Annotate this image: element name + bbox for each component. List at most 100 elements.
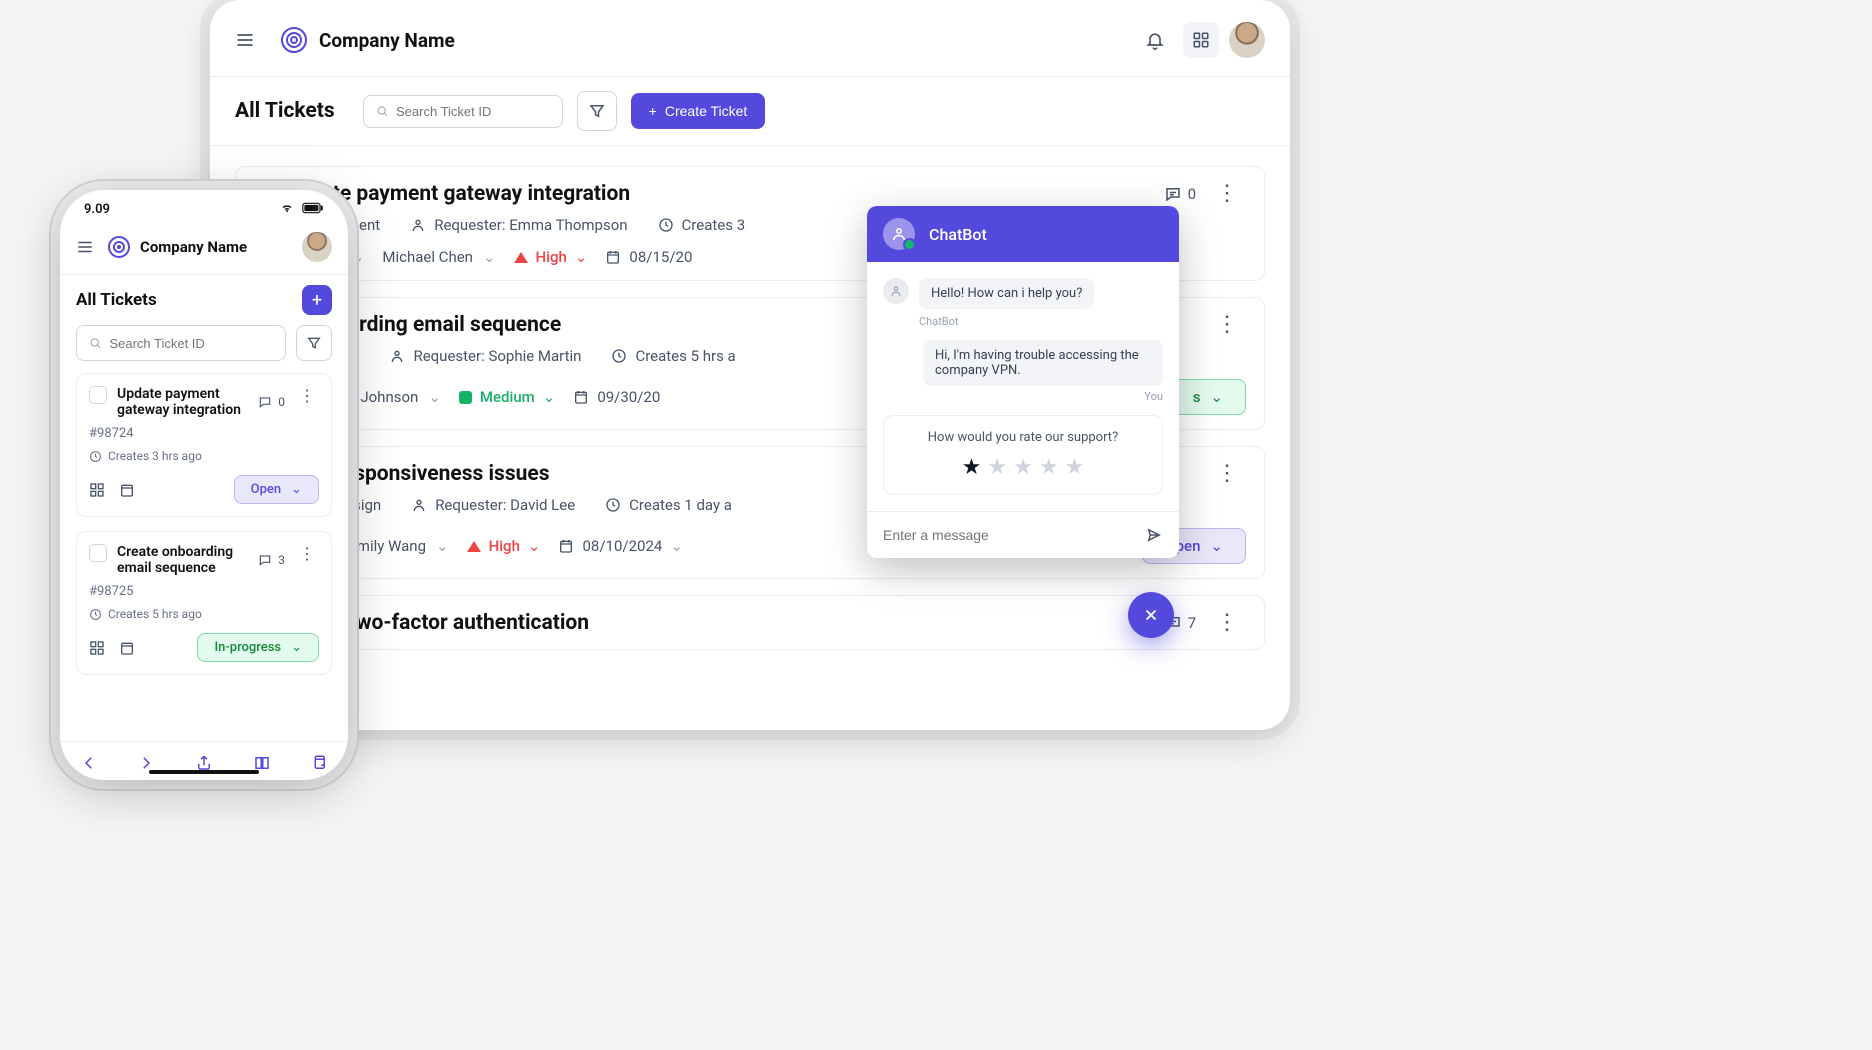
avatar[interactable] (302, 232, 332, 262)
ticket-created: Creates 1 day a (629, 496, 732, 514)
bot-name-label: ChatBot (919, 315, 1163, 328)
calendar-icon[interactable] (119, 640, 135, 656)
star-icon[interactable]: ★ (1039, 455, 1059, 480)
page-subheader: All Tickets + Create Ticket (210, 77, 1290, 146)
user-icon (410, 217, 426, 233)
page-title: All Tickets (235, 99, 335, 123)
chat-icon (258, 395, 272, 409)
ticket-id: #98724 (89, 426, 319, 441)
avatar[interactable] (1229, 22, 1265, 58)
ticket-comments: 0 (258, 386, 285, 418)
status-pill[interactable]: Open⌄ (234, 475, 319, 504)
logo: Company Name (281, 27, 455, 53)
fingerprint-icon (281, 27, 307, 53)
chat-icon (1164, 185, 1182, 203)
chevron-down-icon: ⌄ (543, 388, 556, 406)
grid-icon[interactable] (89, 482, 105, 498)
search-field[interactable] (396, 104, 550, 119)
calendar-icon[interactable] (119, 482, 135, 498)
mobile-logo: Company Name (108, 236, 302, 258)
assignee-select[interactable]: Emily Wang⌄ (348, 537, 448, 555)
ticket-title: ement two-factor authentication (284, 611, 1152, 635)
chevron-down-icon: ⌄ (483, 248, 496, 266)
user-message: Hi, I'm having trouble accessing the com… (883, 340, 1163, 386)
chevron-down-icon: ⌄ (291, 640, 302, 655)
close-chat-button[interactable] (1128, 592, 1174, 638)
user-message-text: Hi, I'm having trouble accessing the com… (923, 340, 1163, 386)
ticket-created: Creates 3 (682, 216, 746, 234)
wifi-icon (279, 202, 295, 214)
star-icon[interactable]: ★ (962, 455, 982, 480)
chevron-down-icon: ⌄ (291, 482, 302, 497)
search-field[interactable] (109, 336, 273, 351)
back-icon[interactable] (80, 754, 98, 772)
comment-count: 7 (1188, 614, 1196, 632)
mobile-subheader: All Tickets + (60, 275, 348, 325)
brand-name: Company Name (319, 29, 455, 52)
more-icon[interactable]: ⋮ (295, 386, 319, 418)
priority-select[interactable]: High⌄ (514, 248, 588, 266)
grid-icon[interactable] (1183, 22, 1219, 58)
date-select[interactable]: 08/15/20 (605, 248, 692, 266)
plus-icon: + (312, 290, 322, 311)
star-icon[interactable]: ★ (1013, 455, 1033, 480)
add-button[interactable]: + (302, 285, 332, 315)
more-icon[interactable]: ⋮ (1208, 461, 1246, 486)
ticket-checkbox[interactable] (89, 386, 107, 404)
page-title: All Tickets (76, 290, 292, 310)
star-rating[interactable]: ★ ★ ★ ★ ★ (898, 455, 1148, 480)
tabs-icon[interactable] (310, 754, 328, 772)
star-icon[interactable]: ★ (1065, 455, 1085, 480)
search-icon (89, 336, 101, 350)
ticket-card: ement two-factor authentication 7 ⋮ (235, 595, 1265, 650)
chatbot-avatar-icon (883, 218, 915, 250)
battery-icon (302, 202, 324, 214)
ticket-id: #98725 (89, 584, 319, 599)
user-name-label: You (883, 390, 1163, 403)
rating-question: How would you rate our support? (898, 430, 1148, 445)
more-icon[interactable]: ⋮ (1208, 610, 1246, 635)
mobile-app: 9.09 Company Name All Tickets + Updat (60, 190, 348, 780)
search-input[interactable] (363, 95, 563, 128)
triangle-icon (467, 541, 481, 552)
plus-icon: + (649, 103, 657, 119)
star-icon[interactable]: ★ (987, 455, 1007, 480)
ticket-checkbox[interactable] (89, 544, 107, 562)
bell-icon[interactable] (1137, 22, 1173, 58)
menu-icon[interactable] (235, 30, 259, 50)
chat-input[interactable] (883, 527, 1135, 543)
mobile-ticket-card: Create onboarding email sequence 3 ⋮ #98… (76, 531, 332, 675)
chevron-down-icon: ⌄ (528, 537, 541, 555)
phone-time: 9.09 (84, 202, 110, 218)
filter-button[interactable] (296, 325, 332, 361)
status-pill[interactable]: In-progress⌄ (197, 633, 319, 662)
create-ticket-button[interactable]: + Create Ticket (631, 93, 766, 129)
phone-statusbar: 9.09 (60, 190, 348, 224)
comment-count: 3 (278, 553, 285, 567)
mobile-header: Company Name (60, 224, 348, 275)
date-select[interactable]: 09/30/20 (573, 388, 660, 406)
priority-select[interactable]: Medium⌄ (459, 388, 555, 406)
comment-count: 0 (1188, 185, 1196, 203)
more-icon[interactable]: ⋮ (1208, 312, 1246, 337)
date-select[interactable]: 08/10/2024⌄ (558, 537, 682, 555)
status-pill[interactable]: s⌄ (1170, 379, 1246, 415)
comment-count: 0 (278, 395, 285, 409)
fingerprint-icon (108, 236, 130, 258)
chatbot-header: ChatBot (867, 206, 1179, 262)
ticket-requester: Requester: David Lee (435, 496, 575, 514)
more-icon[interactable]: ⋮ (1208, 181, 1246, 206)
search-input[interactable] (76, 325, 286, 361)
chevron-down-icon: ⌄ (670, 537, 683, 555)
assignee-select[interactable]: Michael Chen⌄ (382, 248, 495, 266)
user-icon (389, 348, 405, 364)
ticket-comments: 0 (1164, 185, 1196, 203)
priority-select[interactable]: High⌄ (467, 537, 541, 555)
grid-icon[interactable] (89, 640, 105, 656)
more-icon[interactable]: ⋮ (295, 544, 319, 576)
send-icon[interactable] (1145, 526, 1163, 544)
menu-icon[interactable] (76, 238, 94, 256)
filter-button[interactable] (577, 91, 617, 131)
ticket-requester: Requester: Sophie Martin (413, 347, 581, 365)
square-icon (459, 391, 472, 404)
